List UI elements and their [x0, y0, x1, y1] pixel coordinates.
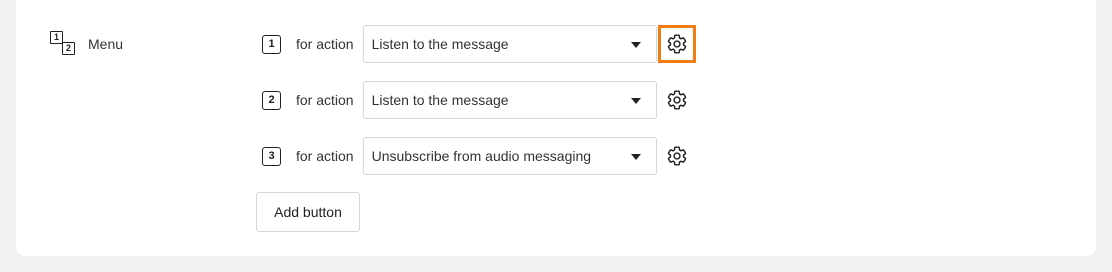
menu-row-1: 1 for action Listen to the message [262, 24, 696, 64]
menu-heading: 1 2 Menu [50, 31, 123, 57]
for-action-label: for action [296, 36, 354, 52]
action-select-value: Unsubscribe from audio messaging [371, 148, 592, 164]
gear-icon [667, 146, 686, 166]
action-select-value: Listen to the message [371, 36, 509, 52]
row-settings-button[interactable] [660, 139, 694, 173]
action-select[interactable]: Unsubscribe from audio messaging [362, 137, 657, 175]
row-number-badge: 2 [262, 90, 281, 110]
gear-icon [667, 34, 686, 54]
menu-row-3: 3 for action Unsubscribe from audio mess… [262, 136, 694, 176]
menu-icon-digit-2: 2 [62, 42, 75, 55]
gear-icon [667, 90, 686, 110]
add-button[interactable]: Add button [256, 192, 360, 232]
row-settings-button[interactable] [657, 25, 696, 63]
for-action-label: for action [296, 148, 354, 164]
row-number-badge: 1 [262, 34, 281, 54]
menu-label: Menu [88, 36, 124, 52]
menu-row-2: 2 for action Listen to the message [262, 80, 694, 120]
action-select-value: Listen to the message [371, 92, 509, 108]
action-select[interactable]: Listen to the message [362, 25, 657, 63]
caret-down-icon [630, 154, 641, 160]
row-number-badge: 3 [262, 146, 281, 166]
numbered-menu-icon: 1 2 [50, 31, 78, 57]
for-action-label: for action [296, 92, 354, 108]
caret-down-icon [630, 98, 641, 104]
action-select[interactable]: Listen to the message [362, 81, 657, 119]
caret-down-icon [630, 42, 641, 48]
row-settings-button[interactable] [660, 83, 694, 117]
